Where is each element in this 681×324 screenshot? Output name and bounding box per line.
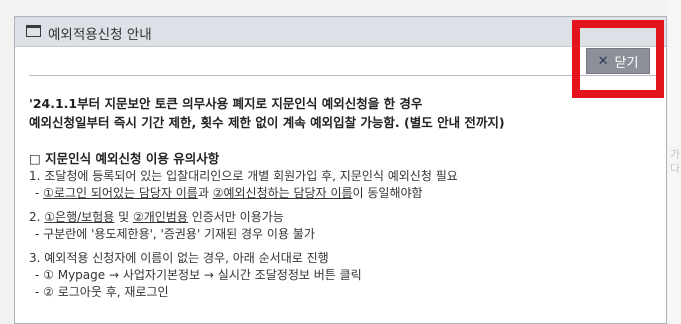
conjunction-text: 및 (114, 210, 133, 224)
exception-notice-dialog: 예외적용신청 안내 '24.1.1부터 지문보안 토큰 의무사용 폐지로 지문인… (14, 16, 667, 324)
suffix-text: 이 동일해야함 (352, 186, 423, 200)
dialog-titlebar: 예외적용신청 안내 (15, 17, 666, 47)
notice-block: '24.1.1부터 지문보안 토큰 의무사용 폐지로 지문인식 예외신청을 한 … (29, 94, 659, 132)
list-item: 3. 예외적용 신청자에 이름이 없는 경우, 아래 순서대로 진행 (29, 251, 329, 265)
notice-line: 예외신청일부터 즉시 기간 제한, 횟수 제한 없이 계속 예외입찰 가능함. … (29, 115, 505, 130)
list-sub-item: - ① Mypage → 사업자기본정보 → 실시간 조달정정보 버튼 클릭 (35, 268, 362, 282)
section-title: □ 지문인식 예외신청 이용 유의사항 (29, 151, 220, 166)
list-item: 2. ①은행/보험용 및 ②개인범용 인증서만 이용가능 (29, 209, 659, 226)
dialog-title: 예외적용신청 안내 (48, 27, 152, 43)
suffix-text: 인증서만 이용가능 (187, 210, 284, 224)
dialog-content: '24.1.1부터 지문보안 토큰 의무사용 폐지로 지문인식 예외신청을 한 … (29, 75, 659, 301)
underlined-text: ②예외신청하는 담당자 이름 (212, 186, 353, 200)
background-text: 가 (670, 148, 681, 161)
underlined-text: ①로그인 되어있는 담당자 이름 (43, 186, 198, 200)
list-sub-item: - 구분란에 '용도제한용', '증권용' 기재된 경우 이용 불가 (35, 227, 315, 241)
underlined-text: ①은행/보험용 (44, 210, 115, 224)
list-item: 1. 조달청에 등록되어 있는 입찰대리인으로 개별 회원가입 후, 지문인식 … (29, 169, 458, 183)
close-button-highlight (572, 20, 664, 98)
list-sub-item: - ①로그인 되어있는 담당자 이름과 ②예외신청하는 담당자 이름이 동일해야… (29, 185, 659, 202)
notice-line: '24.1.1부터 지문보안 토큰 의무사용 폐지로 지문인식 예외신청을 한 … (29, 96, 423, 111)
conjunction-text: 과 (197, 186, 213, 200)
list-sub-item: - ② 로그아웃 후, 재로그인 (35, 285, 169, 299)
sub-prefix: - (35, 186, 44, 200)
window-icon (26, 25, 41, 37)
underlined-text: ②개인범용 (132, 210, 188, 224)
item-number: 2. (29, 210, 45, 224)
background-text: 다 (670, 162, 681, 175)
